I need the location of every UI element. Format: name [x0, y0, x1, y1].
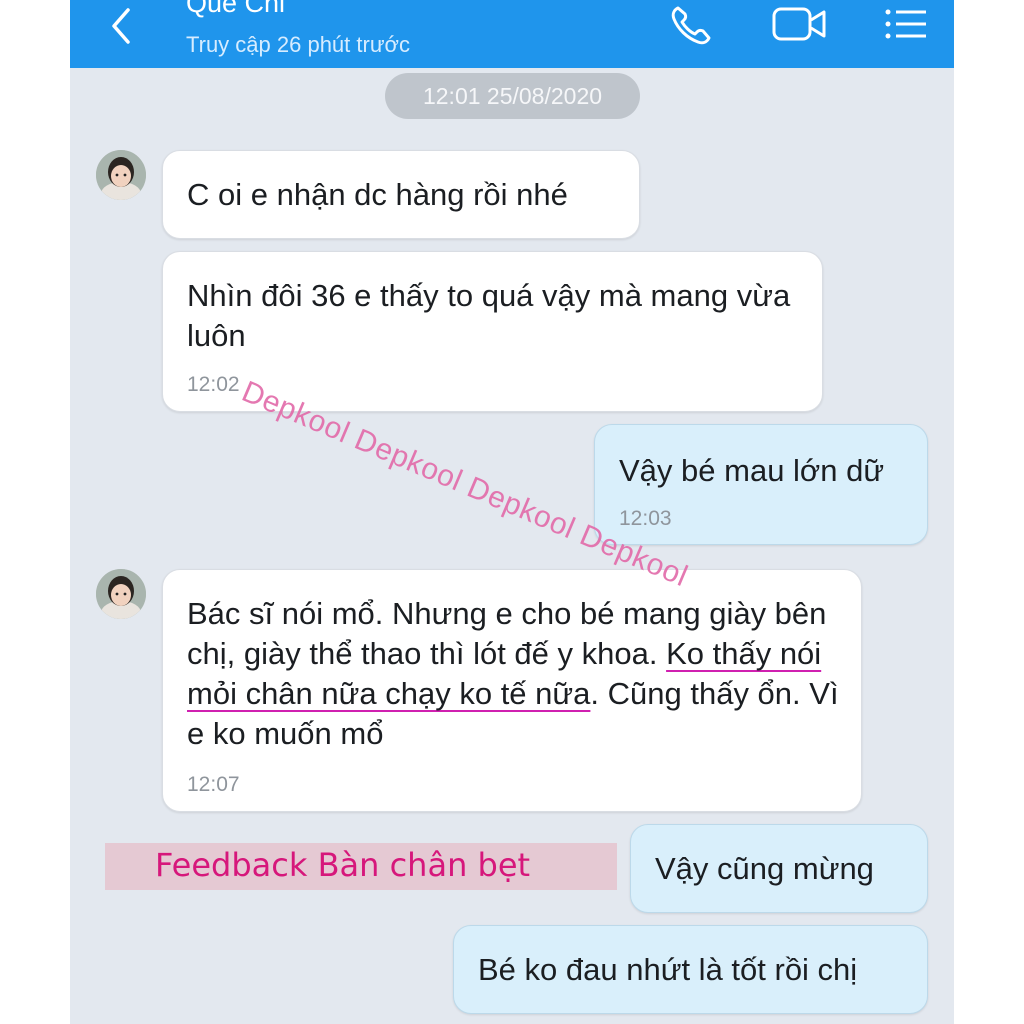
phone-icon[interactable] [668, 2, 718, 53]
message-time: 12:03 [619, 507, 672, 530]
message-text: Bé ko đau nhứt là tốt rồi chị [478, 952, 858, 987]
outgoing-message[interactable]: Vậy cũng mừng [630, 824, 928, 913]
date-timestamp: 12:01 25/08/2020 [385, 73, 640, 119]
incoming-message[interactable]: C oi e nhận dc hàng rồi nhé [162, 150, 640, 239]
message-text: C oi e nhận dc hàng rồi nhé [187, 177, 568, 212]
outgoing-message[interactable]: Bé ko đau nhứt là tốt rồi chị [453, 925, 928, 1014]
chat-screen: Quế Chi Truy cập 26 phút trước 12:01 25/… [70, 0, 954, 1024]
back-chevron-icon[interactable] [102, 4, 142, 44]
message-text: Nhìn đôi 36 e thấy to quá vậy mà mang vừ… [187, 278, 791, 353]
video-call-icon[interactable] [771, 4, 829, 49]
outgoing-message[interactable]: Vậy bé mau lớn dữ 12:03 [594, 424, 928, 545]
contact-avatar[interactable] [96, 150, 146, 200]
menu-list-icon[interactable] [882, 4, 930, 49]
contact-name[interactable]: Quế Chi [186, 0, 285, 19]
message-text: Bác sĩ nói mổ. Nhưng e cho bé mang giày … [187, 594, 852, 754]
message-text: Vậy cũng mừng [655, 851, 874, 886]
chat-header: Quế Chi Truy cập 26 phút trước [70, 0, 954, 68]
contact-avatar[interactable] [96, 569, 146, 619]
feedback-label: Feedback Bàn chân bẹt [155, 846, 531, 884]
message-time: 12:07 [187, 773, 240, 796]
message-text: Vậy bé mau lớn dữ [619, 453, 885, 488]
contact-status: Truy cập 26 phút trước [186, 32, 410, 57]
incoming-message[interactable]: Bác sĩ nói mổ. Nhưng e cho bé mang giày … [162, 569, 862, 812]
message-time: 12:02 [187, 373, 240, 396]
feedback-banner: Feedback Bàn chân bẹt [105, 843, 617, 890]
